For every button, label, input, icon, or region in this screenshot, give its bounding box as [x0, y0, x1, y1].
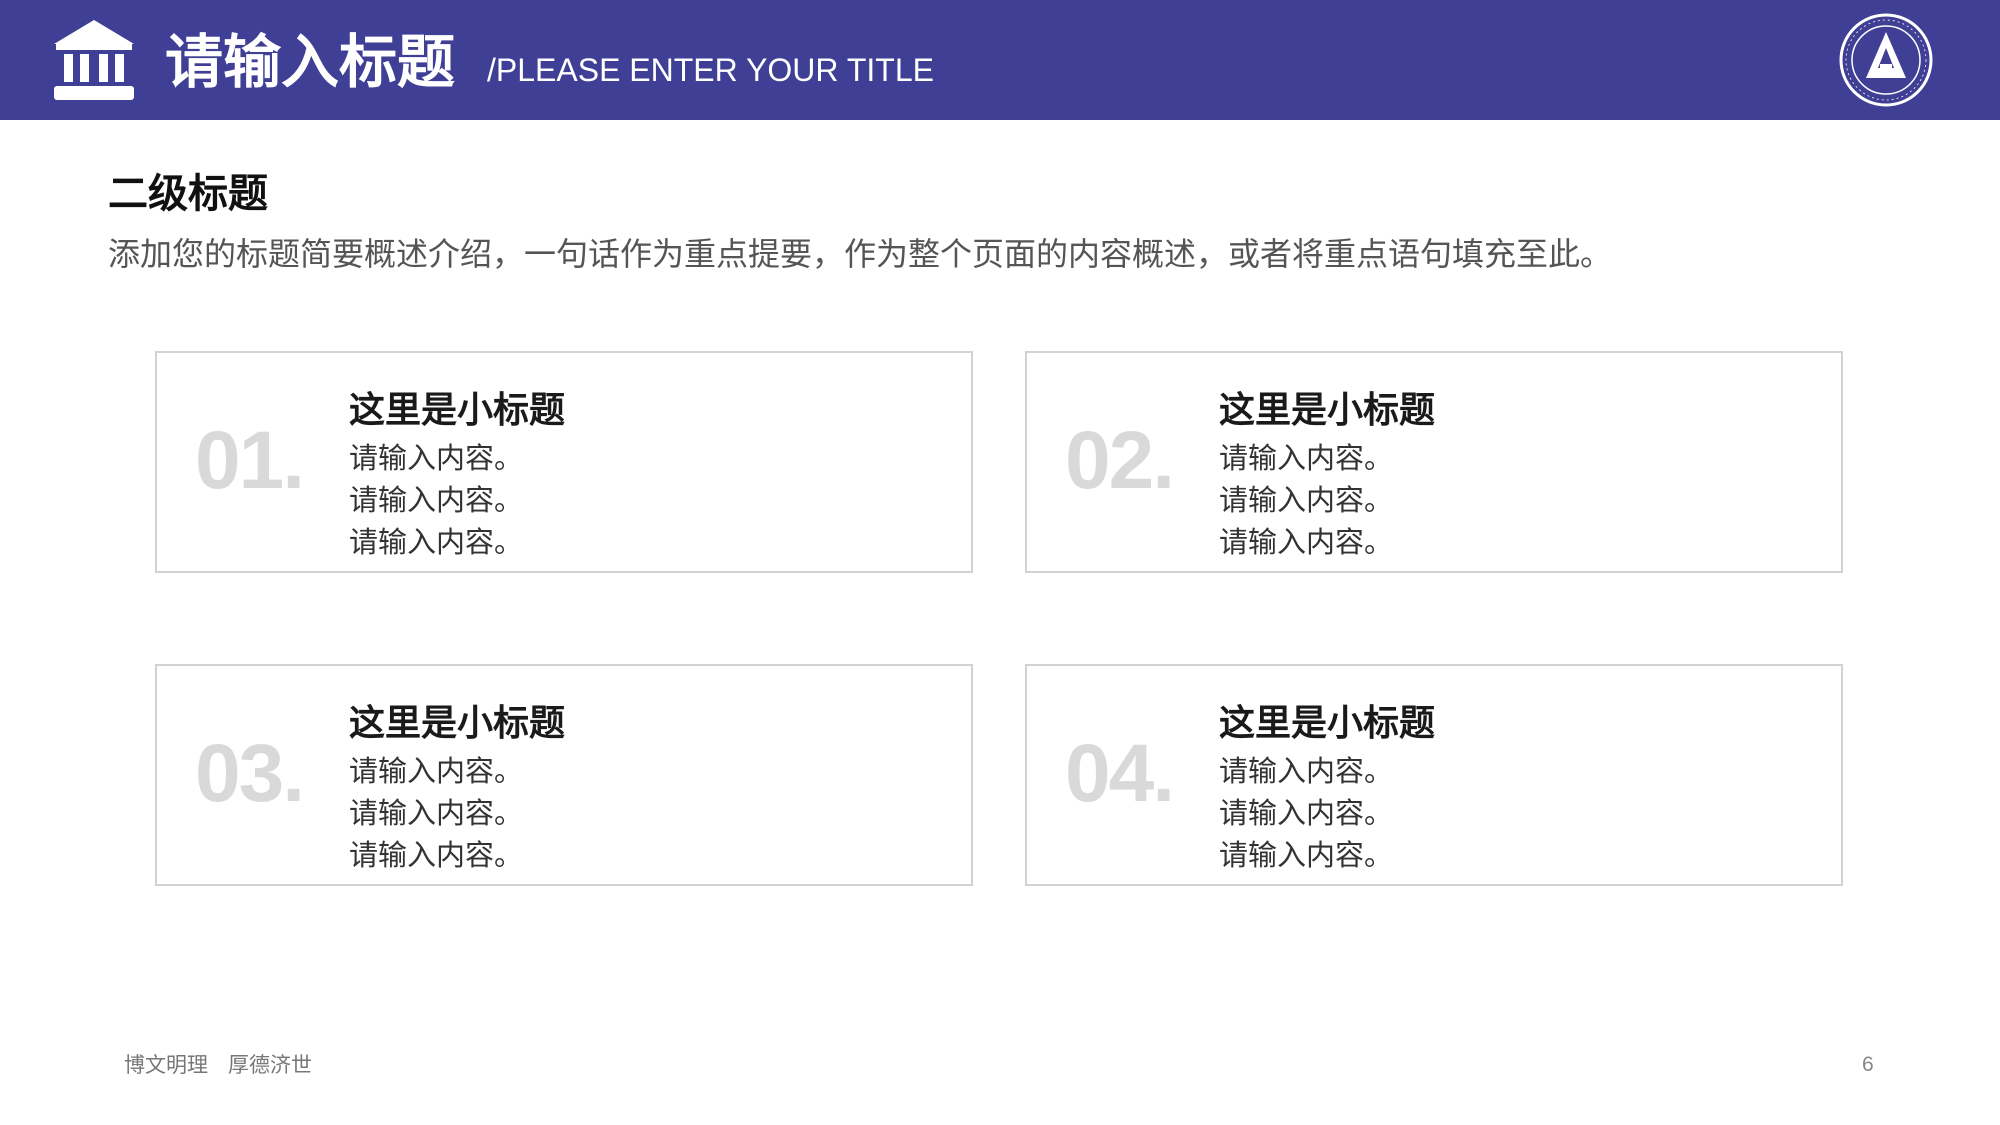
header-bar: 请输入标题 /PLEASE ENTER YOUR TITLE — [0, 0, 2000, 120]
section-title: 二级标题 — [108, 171, 268, 217]
card-content-line: 请输入内容。 — [349, 838, 524, 872]
page-title: 请输入标题 — [165, 28, 456, 96]
card-content-list: 请输入内容。 请输入内容。 请输入内容。 — [349, 750, 523, 876]
card-content-list: 请输入内容。 请输入内容。 请输入内容。 — [1219, 750, 1393, 876]
card-title: 这里是小标题 — [349, 390, 566, 431]
content-card-4: 04. 这里是小标题 请输入内容。 请输入内容。 请输入内容。 — [1025, 664, 1843, 886]
card-number: 01. — [195, 415, 305, 506]
card-number: 04. — [1065, 728, 1175, 819]
page-number: 6 — [1862, 1053, 1874, 1076]
card-title: 这里是小标题 — [1219, 703, 1436, 744]
content-card-3: 03. 这里是小标题 请输入内容。 请输入内容。 请输入内容。 — [155, 664, 973, 886]
content-card-2: 02. 这里是小标题 请输入内容。 请输入内容。 请输入内容。 — [1025, 351, 1843, 573]
card-content-line: 请输入内容。 — [349, 441, 524, 475]
university-seal-logo — [1839, 13, 1933, 107]
card-content-line: 请输入内容。 — [349, 483, 524, 517]
card-content-line: 请输入内容。 — [1219, 838, 1394, 872]
card-content-line: 请输入内容。 — [1219, 796, 1394, 830]
card-title: 这里是小标题 — [349, 703, 566, 744]
card-content-line: 请输入内容。 — [349, 525, 524, 559]
card-content-line: 请输入内容。 — [1219, 525, 1394, 559]
card-content-list: 请输入内容。 请输入内容。 请输入内容。 — [1219, 437, 1393, 563]
page-subtitle: /PLEASE ENTER YOUR TITLE — [487, 52, 934, 88]
card-number: 02. — [1065, 415, 1175, 506]
bank-icon — [54, 20, 134, 100]
section-description: 添加您的标题简要概述介绍，一句话作为重点提要，作为整个页面的内容概述，或者将重点… — [108, 235, 1613, 273]
card-content-line: 请输入内容。 — [349, 754, 524, 788]
card-title: 这里是小标题 — [1219, 390, 1436, 431]
footer-motto: 博文明理 厚德济世 — [124, 1053, 313, 1077]
card-number: 03. — [195, 728, 305, 819]
card-content-line: 请输入内容。 — [1219, 483, 1394, 517]
card-content-line: 请输入内容。 — [349, 796, 524, 830]
content-card-1: 01. 这里是小标题 请输入内容。 请输入内容。 请输入内容。 — [155, 351, 973, 573]
card-content-list: 请输入内容。 请输入内容。 请输入内容。 — [349, 437, 523, 563]
card-content-line: 请输入内容。 — [1219, 441, 1394, 475]
card-content-line: 请输入内容。 — [1219, 754, 1394, 788]
